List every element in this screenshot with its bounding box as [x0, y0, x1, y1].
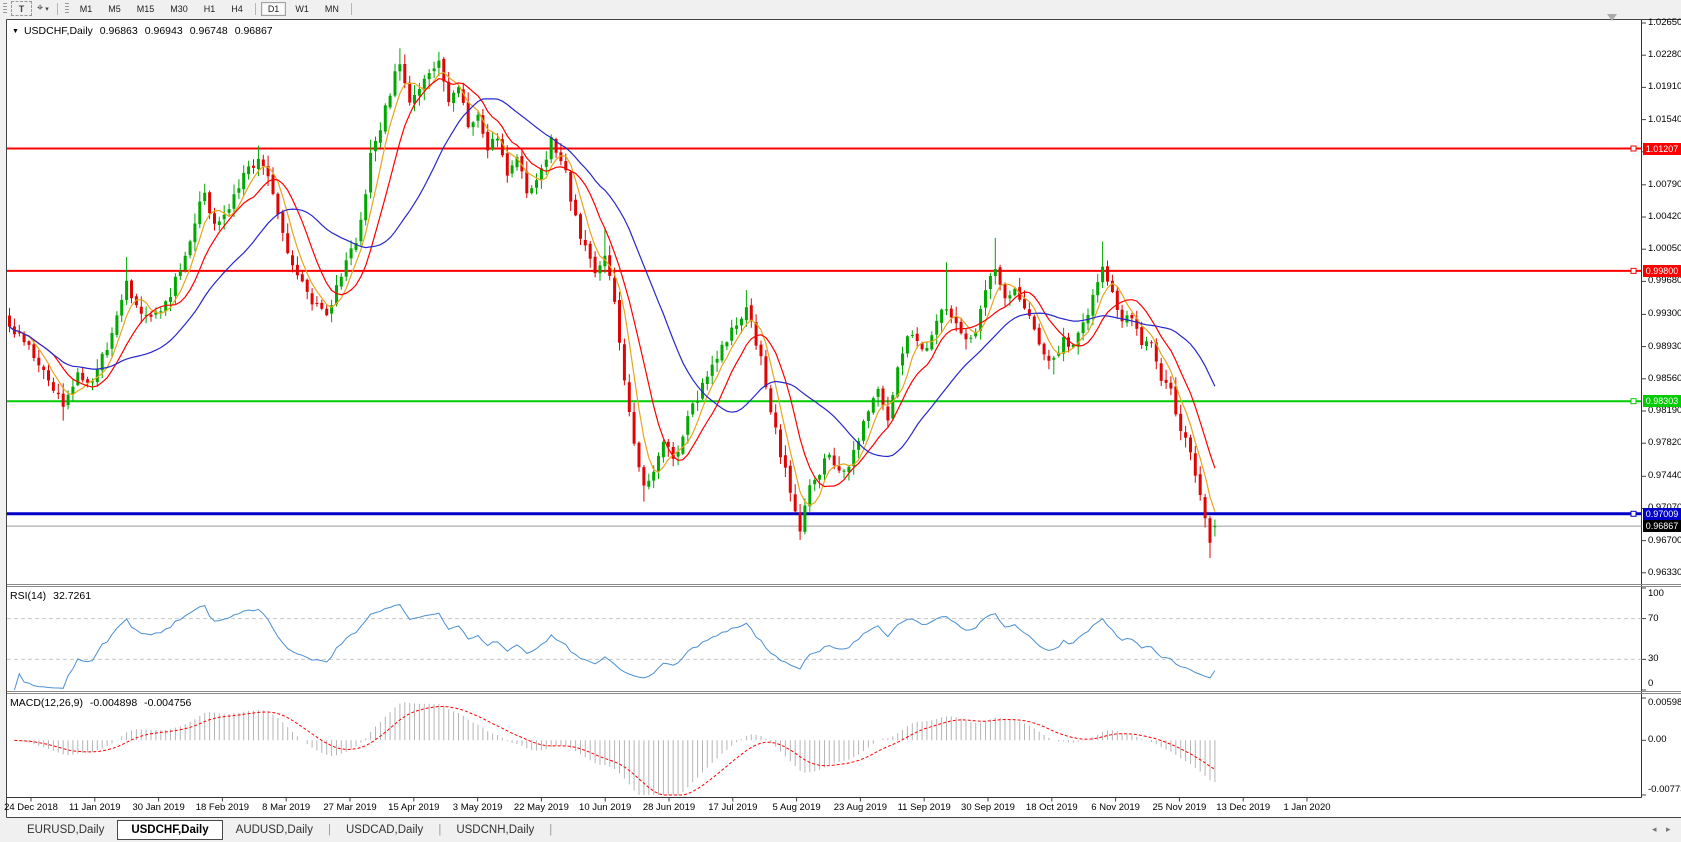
- date-axis-label: 10 Jun 2019: [579, 802, 632, 813]
- ohlc-open: 0.96863: [99, 25, 138, 37]
- tab-usdcnh[interactable]: USDCNH,Daily: [443, 820, 547, 840]
- price-axis-label: 1.00050: [1648, 243, 1681, 255]
- chart-dropdown-icon[interactable]: ▼: [12, 28, 19, 35]
- rsi-axis-label: 30: [1648, 653, 1659, 665]
- price-axis-label: 0.96700: [1648, 534, 1681, 546]
- crosshair-tool-button[interactable]: ⌖ ▾: [34, 2, 52, 15]
- macd-header: MACD(12,26,9) -0.004898 -0.004756: [10, 697, 191, 709]
- symbol-tab-bar: EURUSD,Daily USDCHF,Daily AUDUSD,Daily | USD…: [0, 818, 1681, 842]
- ohlc-close: 0.96867: [234, 25, 273, 37]
- tab-usdcad[interactable]: USDCAD,Daily: [333, 820, 436, 840]
- price-axis-label: 0.98560: [1648, 372, 1681, 384]
- chart-window: [7, 20, 1681, 817]
- price-line-badge-support-blue: 0.97009: [1643, 507, 1681, 520]
- date-axis-label: 22 May 2019: [513, 802, 569, 813]
- timeframe-button-mn[interactable]: MN: [318, 2, 346, 16]
- date-axis-label: 6 Nov 2019: [1091, 802, 1140, 813]
- macd-signal-value: -0.004756: [144, 697, 192, 709]
- rsi-axis-label: 0: [1648, 678, 1654, 689]
- date-axis-label: 18 Feb 2019: [195, 802, 250, 813]
- date-axis-label: 17 Jul 2019: [708, 802, 758, 813]
- rsi-header: RSI(14) 32.7261: [10, 590, 91, 602]
- date-axis-label: 13 Dec 2019: [1216, 802, 1271, 813]
- price-axis-label: 1.01910: [1648, 81, 1681, 93]
- tab-audusd[interactable]: AUDUSD,Daily: [223, 820, 326, 840]
- toolbar-separator: [56, 2, 58, 15]
- crosshair-icon: ⌖: [37, 2, 44, 14]
- date-axis-label: 24 Dec 2018: [4, 802, 58, 813]
- tab-separator: |: [549, 824, 553, 836]
- price-axis-label: 0.97440: [1648, 470, 1681, 482]
- toolbar-separator: [350, 2, 352, 15]
- chart-symbol-label: USDCHF,Daily: [23, 25, 93, 37]
- tab-separator: |: [438, 824, 442, 836]
- date-axis-label: 27 Mar 2019: [323, 802, 377, 813]
- timeframe-button-h4[interactable]: H4: [224, 2, 250, 16]
- tab-scroll-right-icon[interactable]: ▸: [1666, 824, 1671, 835]
- timeframe-button-d1[interactable]: D1: [260, 1, 287, 16]
- price-line-badge-resistance-lower: 0.99800: [1643, 264, 1681, 277]
- chart-header: ▼ USDCHF,Daily 0.96863 0.96943 0.96748 0.9686…: [12, 25, 273, 38]
- date-axis-label: 28 Jun 2019: [642, 802, 696, 813]
- toolbar-grip-icon[interactable]: [3, 3, 7, 14]
- timeframe-button-group: M1 M5 M15 M30 H1 H4 D1 W1 MN: [72, 1, 356, 16]
- toolbar: T ⌖ ▾ M1 M5 M15 M30 H1 H4 D1 W1 MN: [0, 0, 1681, 17]
- timeframe-button-m1[interactable]: M1: [73, 2, 100, 16]
- tab-separator: |: [327, 824, 331, 836]
- ohlc-low: 0.96748: [189, 25, 228, 37]
- timeframe-button-h1[interactable]: H1: [197, 2, 223, 16]
- date-axis-label: 30 Sep 2019: [961, 802, 1015, 813]
- toolbar-grip-icon[interactable]: [64, 3, 69, 14]
- timeframe-button-w1[interactable]: W1: [288, 2, 316, 16]
- rsi-label: RSI(14): [10, 590, 47, 602]
- price-axis-label: 0.97820: [1648, 437, 1681, 449]
- date-axis-label: 18 Oct 2019: [1025, 802, 1078, 813]
- price-axis-label: 0.98930: [1648, 340, 1681, 352]
- date-axis-label: 8 Mar 2019: [262, 802, 311, 813]
- text-tool-button[interactable]: T: [11, 1, 32, 16]
- date-axis-label: 30 Jan 2019: [132, 802, 185, 813]
- rsi-axis-label: 70: [1648, 612, 1659, 624]
- price-axis-label: 0.99680: [1648, 275, 1681, 287]
- tab-scroll-left-icon[interactable]: ◂: [1652, 824, 1657, 835]
- price-axis-label: 0.98190: [1648, 405, 1681, 417]
- price-axis-label: 1.02280: [1648, 49, 1681, 61]
- toolbar-separator: [254, 2, 256, 15]
- date-axis-label: 25 Nov 2019: [1152, 802, 1207, 813]
- price-line-badge-support-green: 0.98303: [1643, 395, 1681, 408]
- timeframe-button-m15[interactable]: M15: [130, 2, 162, 16]
- price-axis-label: 1.02650: [1648, 17, 1681, 28]
- macd-value: -0.004898: [89, 697, 138, 709]
- price-axis-label: 0.96330: [1648, 566, 1681, 578]
- date-axis-label: 11 Sep 2019: [897, 802, 951, 813]
- macd-label: MACD(12,26,9): [10, 697, 83, 709]
- date-axis-label: 3 May 2019: [452, 802, 503, 813]
- chevron-down-icon: ▾: [45, 5, 49, 13]
- price-axis-label: 1.01540: [1648, 113, 1681, 125]
- timeframe-button-m5[interactable]: M5: [101, 2, 128, 16]
- date-axis-label: 15 Apr 2019: [388, 802, 440, 813]
- current-price-badge: 0.96867: [1643, 520, 1681, 533]
- price-line-badge-resistance-upper: 1.01207: [1643, 142, 1681, 155]
- macd-axis-label: 0.00: [1648, 734, 1667, 746]
- date-axis-label: 11 Jan 2019: [69, 802, 121, 813]
- date-axis-label: 1 Jan 2020: [1283, 802, 1331, 813]
- symbol-tabs: EURUSD,Daily USDCHF,Daily AUDUSD,Daily | USD…: [14, 820, 554, 840]
- date-axis-label: 23 Aug 2019: [833, 802, 888, 813]
- price-axis-label: 1.00790: [1648, 178, 1681, 190]
- timeframe-button-m30[interactable]: M30: [163, 2, 195, 16]
- macd-axis-label: 0.005986: [1648, 697, 1681, 708]
- ohlc-high: 0.96943: [144, 25, 183, 37]
- tab-usdchf[interactable]: USDCHF,Daily: [117, 820, 223, 840]
- rsi-axis-label: 100: [1648, 588, 1664, 599]
- tab-eurusd[interactable]: EURUSD,Daily: [14, 820, 117, 840]
- macd-axis-label: -0.00773: [1648, 784, 1681, 795]
- price-axis-label: 0.99300: [1648, 308, 1681, 320]
- price-axis-label: 1.00420: [1648, 211, 1681, 222]
- date-axis-label: 5 Aug 2019: [772, 802, 821, 813]
- rsi-value: 32.7261: [53, 590, 92, 602]
